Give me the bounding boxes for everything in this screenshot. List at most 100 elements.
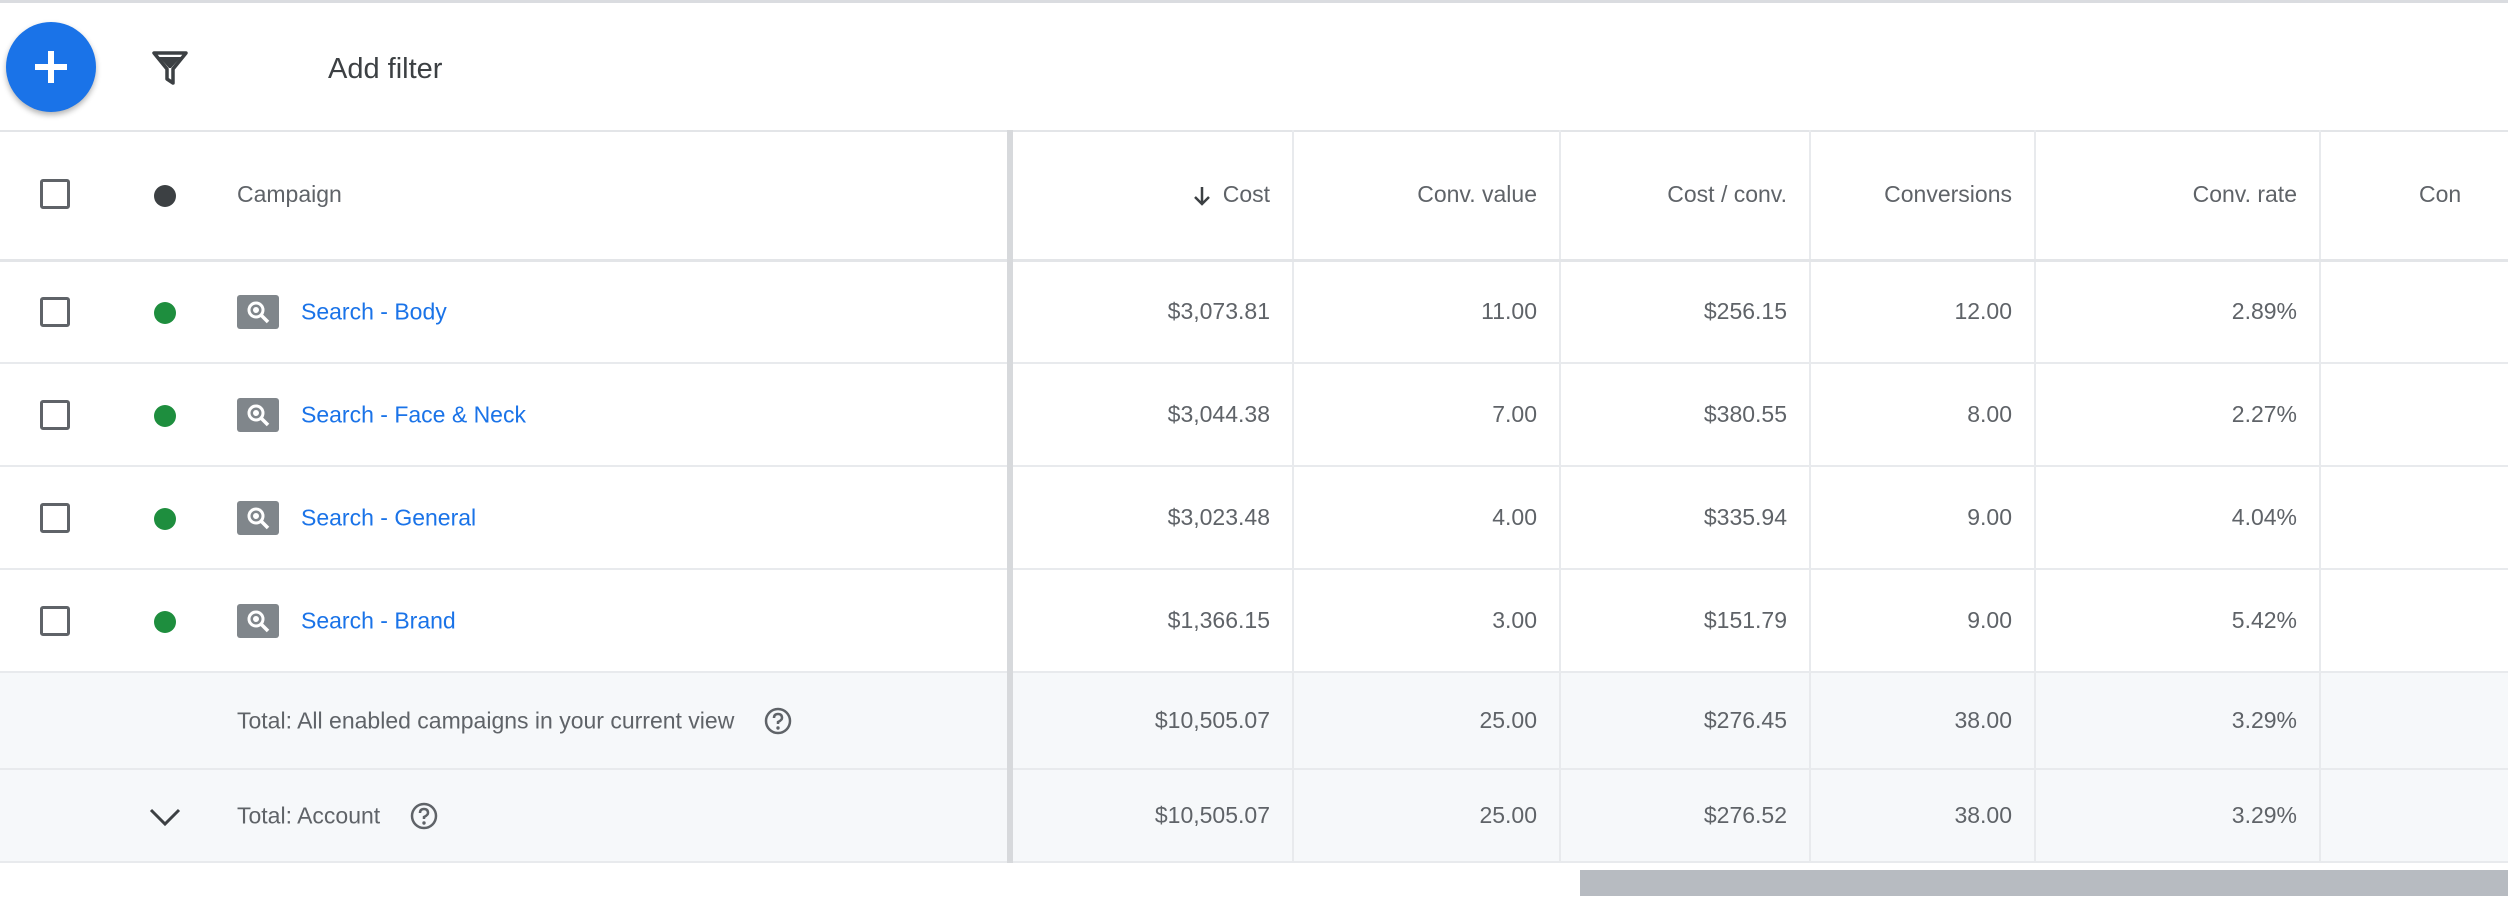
- campaign-cell: Search - Body: [215, 260, 1013, 363]
- conv-rate-cell: 2.89%: [2034, 260, 2320, 363]
- row-status-cell: [115, 569, 215, 672]
- total-current-view-label: Total: All enabled campaigns in your cur…: [237, 707, 735, 733]
- column-header-cost[interactable]: Cost: [1009, 130, 1293, 262]
- table-row[interactable]: Search - Face & Neck $3,044.38 7.00 $380…: [0, 363, 2508, 466]
- chevron-down-icon[interactable]: [145, 805, 185, 829]
- conv-rate-cell: 5.42%: [2034, 569, 2320, 672]
- filter-toolbar: Add filter: [0, 3, 2508, 132]
- search-campaign-icon: [237, 294, 279, 329]
- table-row[interactable]: Search - Brand $1,366.15 3.00 $151.79 9.…: [0, 569, 2508, 672]
- table-row[interactable]: Search - General $3,023.48 4.00 $335.94 …: [0, 466, 2508, 569]
- total-label-cell: Total: Account: [215, 769, 1013, 862]
- next-column-cell: [2319, 466, 2508, 569]
- cost-cell: $3,073.81: [1009, 260, 1293, 363]
- conversions-cell: 12.00: [1809, 260, 2035, 363]
- status-enabled-icon[interactable]: [154, 507, 176, 530]
- total-account-label: Total: Account: [237, 802, 381, 828]
- conv-value-cell: 11.00: [1292, 260, 1560, 363]
- next-column-cell: [2319, 363, 2508, 466]
- total-empty-cell: [0, 769, 115, 862]
- table-header-row: Campaign Cost Conv. value Cost / conv. C…: [0, 130, 2508, 262]
- conversions-cell: 9.00: [1809, 466, 2035, 569]
- campaign-link[interactable]: Search - Body: [301, 298, 447, 324]
- horizontal-scrollbar[interactable]: [1580, 870, 2508, 896]
- search-campaign-icon: [237, 603, 279, 638]
- cost-cell: $3,044.38: [1009, 363, 1293, 466]
- search-campaign-icon: [237, 500, 279, 535]
- column-header-cost-per-conv[interactable]: Cost / conv.: [1559, 130, 1810, 262]
- status-enabled-icon[interactable]: [154, 610, 176, 633]
- add-filter-link[interactable]: Add filter: [328, 53, 442, 86]
- column-header-campaign[interactable]: Campaign: [215, 130, 1013, 262]
- conv-rate-cell: 2.27%: [2034, 363, 2320, 466]
- help-icon[interactable]: [763, 706, 793, 736]
- cost-per-conv-cell: $380.55: [1559, 363, 1810, 466]
- select-all-checkbox[interactable]: [40, 179, 70, 210]
- row-checkbox[interactable]: [40, 605, 70, 636]
- expand-cell: [115, 769, 215, 862]
- row-select-cell: [0, 260, 115, 363]
- conv-value-cell: 3.00: [1292, 569, 1560, 672]
- row-checkbox[interactable]: [40, 502, 70, 533]
- total-row-account: Total: Account $10,505.07 25.00 $276.52 …: [0, 769, 2508, 862]
- cost-per-conv-cell: $151.79: [1559, 569, 1810, 672]
- total-conv-value-cell: 25.00: [1292, 769, 1560, 862]
- campaigns-table: Campaign Cost Conv. value Cost / conv. C…: [0, 130, 2508, 863]
- conversions-cell: 9.00: [1809, 569, 2035, 672]
- conversions-cell: 8.00: [1809, 363, 2035, 466]
- column-header-conv-rate[interactable]: Conv. rate: [2034, 130, 2320, 262]
- campaign-link[interactable]: Search - General: [301, 504, 476, 530]
- status-column-icon[interactable]: [154, 184, 176, 207]
- total-cost-cell: $10,505.07: [1009, 672, 1293, 769]
- campaign-link[interactable]: Search - Brand: [301, 607, 456, 633]
- column-header-cost-label: Cost: [1222, 180, 1270, 207]
- campaign-cell: Search - General: [215, 466, 1013, 569]
- cost-cell: $3,023.48: [1009, 466, 1293, 569]
- row-status-cell: [115, 363, 215, 466]
- row-checkbox[interactable]: [40, 399, 70, 430]
- column-header-conv-value[interactable]: Conv. value: [1292, 130, 1560, 262]
- total-conv-rate-cell: 3.29%: [2034, 769, 2320, 862]
- row-checkbox[interactable]: [40, 296, 70, 327]
- conv-value-cell: 4.00: [1292, 466, 1560, 569]
- plus-icon: [35, 51, 67, 83]
- next-column-cell: [2319, 260, 2508, 363]
- column-header-conversions[interactable]: Conversions: [1809, 130, 2035, 262]
- total-cost-per-conv-cell: $276.52: [1559, 769, 1810, 862]
- cost-cell: $1,366.15: [1009, 569, 1293, 672]
- conv-value-cell: 7.00: [1292, 363, 1560, 466]
- column-header-next[interactable]: Con: [2319, 130, 2508, 262]
- header-status: [115, 130, 215, 262]
- status-enabled-icon[interactable]: [154, 404, 176, 427]
- campaign-link[interactable]: Search - Face & Neck: [301, 401, 526, 427]
- total-empty-cell: [115, 672, 215, 769]
- arrow-down-icon: [1193, 186, 1210, 206]
- total-label-cell: Total: All enabled campaigns in your cur…: [215, 672, 1013, 769]
- total-next-column-cell: [2319, 672, 2508, 769]
- column-header-campaign-label: Campaign: [237, 180, 342, 207]
- funnel-icon[interactable]: [150, 48, 190, 88]
- status-enabled-icon[interactable]: [154, 302, 176, 325]
- search-campaign-icon: [237, 397, 279, 432]
- total-cost-per-conv-cell: $276.45: [1559, 672, 1810, 769]
- add-button[interactable]: [6, 22, 96, 112]
- total-row-current-view: Total: All enabled campaigns in your cur…: [0, 672, 2508, 769]
- row-status-cell: [115, 466, 215, 569]
- total-empty-cell: [0, 672, 115, 769]
- header-select-all: [0, 130, 115, 262]
- total-conversions-cell: 38.00: [1809, 769, 2035, 862]
- total-next-column-cell: [2319, 769, 2508, 862]
- help-icon[interactable]: [409, 801, 439, 831]
- total-conversions-cell: 38.00: [1809, 672, 2035, 769]
- campaign-cell: Search - Face & Neck: [215, 363, 1013, 466]
- row-status-cell: [115, 260, 215, 363]
- row-select-cell: [0, 466, 115, 569]
- table-row[interactable]: Search - Body $3,073.81 11.00 $256.15 12…: [0, 260, 2508, 363]
- row-select-cell: [0, 363, 115, 466]
- row-select-cell: [0, 569, 115, 672]
- cost-per-conv-cell: $256.15: [1559, 260, 1810, 363]
- cost-per-conv-cell: $335.94: [1559, 466, 1810, 569]
- conv-rate-cell: 4.04%: [2034, 466, 2320, 569]
- campaign-cell: Search - Brand: [215, 569, 1013, 672]
- total-conv-rate-cell: 3.29%: [2034, 672, 2320, 769]
